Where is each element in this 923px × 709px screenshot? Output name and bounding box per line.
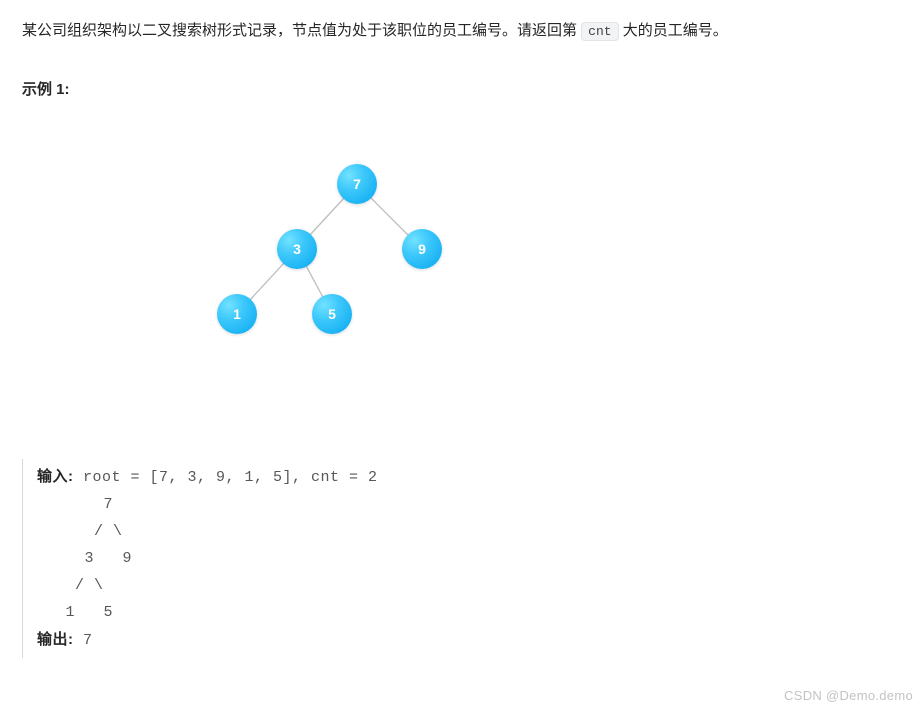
io-tree-line5: 1 5 [37, 604, 113, 621]
input-text: root = [7, 3, 9, 1, 5], cnt = 2 [74, 469, 378, 486]
tree-node-7: 7 [337, 164, 377, 204]
io-tree-line1: 7 [37, 496, 113, 513]
io-tree-line4: / \ [37, 577, 104, 594]
tree-node-3: 3 [277, 229, 317, 269]
example-io-block: 输入: root = [7, 3, 9, 1, 5], cnt = 2 7 / … [22, 459, 901, 658]
output-label: 输出: [37, 631, 74, 648]
io-tree-line2: / \ [37, 523, 123, 540]
inline-code-cnt: cnt [581, 22, 618, 41]
tree-node-5: 5 [312, 294, 352, 334]
problem-description: 某公司组织架构以二叉搜索树形式记录，节点值为处于该职位的员工编号。请返回第 cn… [22, 18, 901, 44]
desc-part2: 大的员工编号。 [619, 22, 728, 39]
desc-part1: 某公司组织架构以二叉搜索树形式记录，节点值为处于该职位的员工编号。请返回第 [22, 22, 581, 39]
example-label: 示例 1: [22, 78, 901, 99]
tree-edges [182, 139, 582, 419]
io-tree-line3: 3 9 [37, 550, 132, 567]
tree-diagram: 7 3 9 1 5 [182, 139, 582, 419]
tree-node-1: 1 [217, 294, 257, 334]
output-text: 7 [74, 632, 93, 649]
tree-node-9: 9 [402, 229, 442, 269]
input-label: 输入: [37, 468, 74, 485]
watermark: CSDN @Demo.demo [784, 688, 913, 703]
